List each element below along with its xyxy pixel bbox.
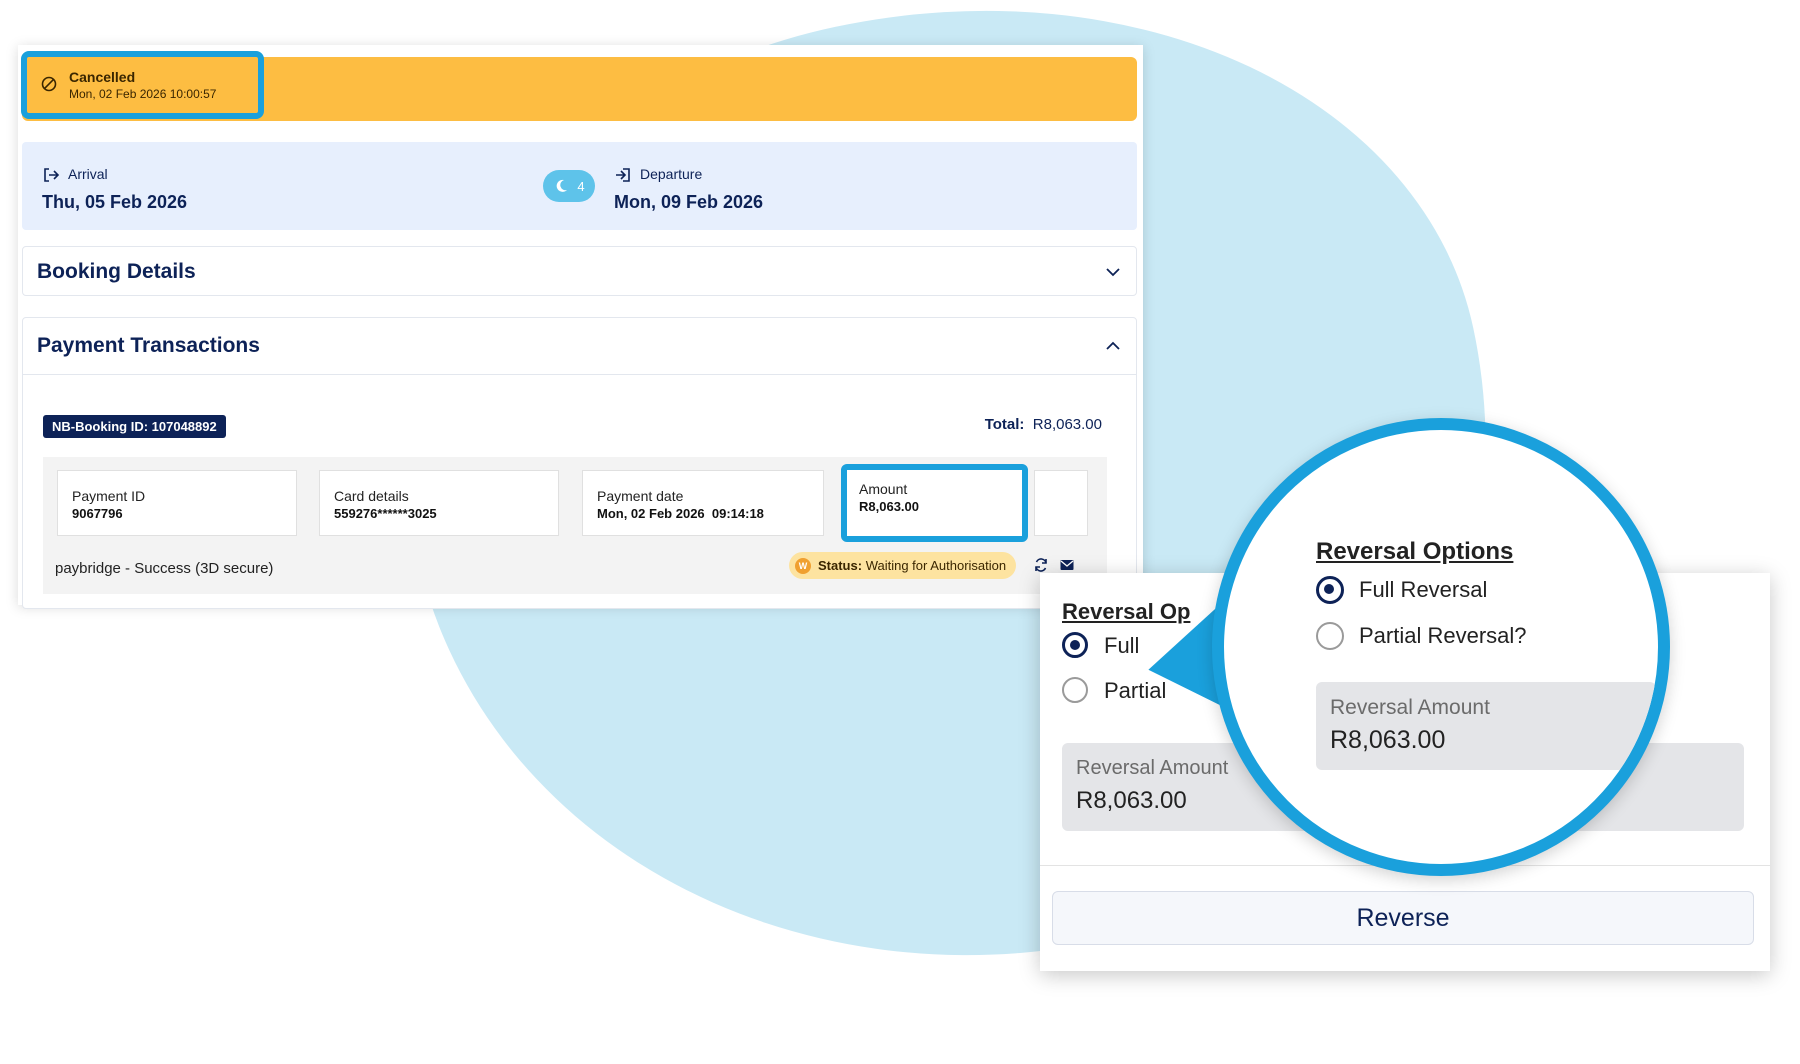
- chevron-up-icon[interactable]: [1104, 337, 1122, 355]
- status-value: Waiting for Authorisation: [865, 558, 1007, 573]
- nights-badge: 4: [543, 170, 595, 202]
- partial-reversal-radio[interactable]: [1062, 677, 1088, 703]
- departure-icon: [616, 168, 630, 182]
- reversal-amount-label: Reversal Amount: [1076, 757, 1229, 779]
- field-value: 559276******3025: [334, 506, 437, 521]
- reversal-amount-value: R8,063.00: [1076, 787, 1187, 814]
- full-reversal-radio[interactable]: [1062, 632, 1088, 658]
- total-value: R8,063.00: [1032, 416, 1102, 433]
- moon-icon: [557, 179, 568, 192]
- partial-reversal-radio-zoomed[interactable]: [1316, 622, 1344, 650]
- total-label: Total:: [984, 416, 1025, 433]
- booking-details-title: Booking Details: [37, 260, 196, 283]
- card-details-field: Card details 559276******3025: [319, 470, 559, 536]
- full-reversal-label-zoomed: Full Reversal: [1359, 577, 1488, 602]
- payment-transactions-title: Payment Transactions: [37, 334, 260, 357]
- booking-id-badge: NB-Booking ID: 107048892: [43, 415, 226, 438]
- payment-total: Total: R8,063.00: [900, 416, 1102, 433]
- reversal-amount-value-zoomed: R8,063.00: [1330, 726, 1446, 754]
- reverse-button[interactable]: Reverse: [1052, 891, 1754, 945]
- chevron-down-icon[interactable]: [1104, 263, 1122, 281]
- payment-id-field: Payment ID 9067796: [57, 470, 297, 536]
- stay-dates-panel: Arrival Thu, 05 Feb 2026 4 Departure Mon…: [22, 142, 1137, 230]
- cancel-circle-icon: [41, 76, 57, 92]
- field-label: Card details: [334, 488, 409, 504]
- payment-date-field: Payment date Mon, 02 Feb 2026 09:14:18: [582, 470, 824, 536]
- reversal-amount-field-zoomed[interactable]: Reversal Amount R8,063.00: [1316, 682, 1656, 770]
- departure-label: Departure: [640, 166, 703, 182]
- departure-date: Mon, 09 Feb 2026: [614, 192, 764, 212]
- payment-gateway: paybridge - Success (3D secure): [55, 560, 274, 577]
- mail-icon[interactable]: [1059, 557, 1075, 573]
- reversal-options-magnifier: Reversal Options Full Reversal Partial R…: [1212, 418, 1670, 876]
- empty-field: [1034, 470, 1088, 536]
- reversal-amount-label-zoomed: Reversal Amount: [1330, 696, 1490, 719]
- amount-field-highlight: Amount R8,063.00: [841, 464, 1028, 542]
- field-value: 9067796: [72, 506, 123, 521]
- arrival-label: Arrival: [68, 166, 108, 182]
- status-timestamp: Mon, 02 Feb 2026 10:00:57: [69, 87, 217, 101]
- payment-transactions-header[interactable]: Payment Transactions: [23, 318, 1136, 375]
- arrival-icon: [44, 168, 60, 182]
- status-key: Status:: [818, 558, 863, 573]
- full-reversal-radio-zoomed[interactable]: [1316, 576, 1344, 604]
- status-badge: W Status: Waiting for Authorisation: [789, 552, 1017, 579]
- field-label: Payment date: [597, 488, 684, 504]
- nights-count: 4: [577, 178, 585, 194]
- booking-details-accordion[interactable]: Booking Details: [22, 246, 1137, 296]
- arrival-date: Thu, 05 Feb 2026: [42, 192, 188, 212]
- field-label: Payment ID: [72, 488, 146, 504]
- reversal-options-title-zoomed: Reversal Options: [1316, 538, 1514, 565]
- status-initial: W: [795, 557, 811, 574]
- partial-reversal-label-zoomed: Partial Reversal?: [1359, 623, 1527, 648]
- full-reversal-label: Full: [1104, 633, 1140, 658]
- field-label: Amount: [859, 481, 908, 497]
- refresh-icon[interactable]: [1033, 557, 1049, 573]
- cancelled-status-highlight: Cancelled Mon, 02 Feb 2026 10:00:57: [21, 51, 264, 119]
- status-label: Cancelled: [69, 69, 136, 85]
- field-value: Mon, 02 Feb 2026 09:14:18: [597, 506, 764, 521]
- field-value: R8,063.00: [859, 499, 919, 514]
